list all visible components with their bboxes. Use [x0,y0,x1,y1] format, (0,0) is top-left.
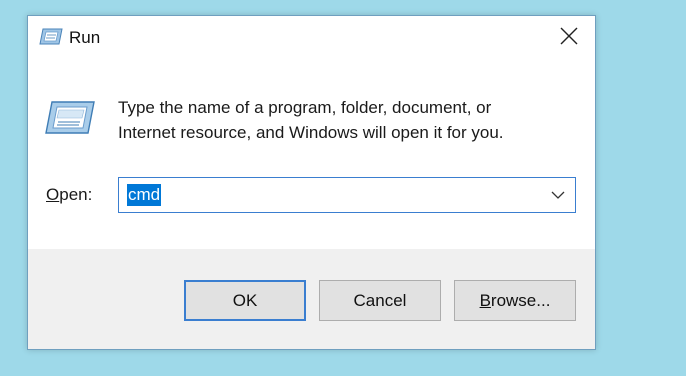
cancel-button-label: Cancel [353,290,407,310]
dialog-body: Type the name of a program, folder, docu… [28,60,595,249]
ok-button[interactable]: OK [184,280,306,321]
open-combobox[interactable]: cmd [118,177,576,213]
run-icon [39,28,63,46]
description-line-1: Type the name of a program, folder, docu… [118,98,492,117]
button-bar: OK Cancel Browse... [28,249,595,349]
description-line-2: Internet resource, and Windows will open… [118,123,504,142]
title-bar[interactable]: Run [28,16,595,60]
ok-button-label: OK [232,290,258,310]
dropdown-button[interactable] [545,178,571,212]
open-label-access-key: O [46,185,60,204]
open-input-value[interactable]: cmd [127,184,162,206]
close-icon [560,27,578,50]
chevron-down-icon [551,186,565,204]
run-dialog: Run Type the name of a program, folder, … [27,15,596,350]
browse-button-label: rowse... [490,290,551,310]
browse-button[interactable]: Browse... [454,280,576,321]
run-icon [44,100,96,136]
browse-button-access-key: B [479,290,491,310]
open-label-text: pen: [59,185,93,204]
window-title: Run [69,28,101,47]
cancel-button[interactable]: Cancel [319,280,441,321]
open-label: Open: [46,183,92,207]
description-text: Type the name of a program, folder, docu… [118,95,558,145]
close-button[interactable] [543,16,595,60]
